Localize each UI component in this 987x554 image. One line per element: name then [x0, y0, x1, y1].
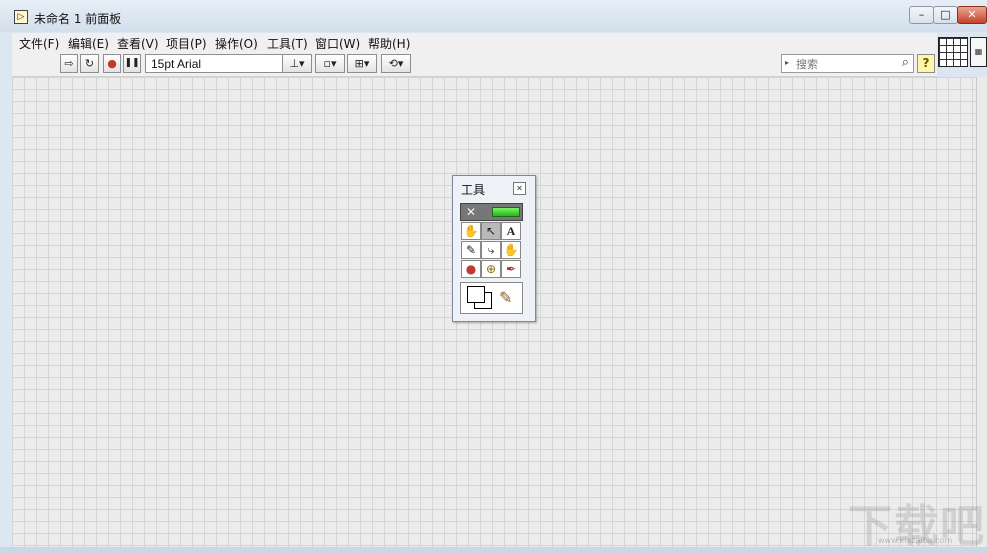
positioning-tool[interactable]: ↖	[481, 222, 501, 240]
context-help-icon[interactable]: ?	[917, 54, 935, 73]
menu-operate[interactable]: 操作(O)	[215, 35, 258, 52]
search-options-icon[interactable]: ▸	[785, 58, 789, 67]
operate-value-tool[interactable]: ✋	[461, 222, 481, 240]
search-field[interactable]: ▸ ⌕	[781, 54, 914, 73]
get-color-tool[interactable]: ✒	[501, 260, 521, 278]
close-button[interactable]: ✕	[957, 6, 987, 24]
search-input[interactable]	[794, 56, 890, 73]
window-left-edge	[0, 77, 12, 547]
probe-tool[interactable]: ⊕	[481, 260, 501, 278]
connector-pane[interactable]	[938, 37, 968, 67]
window-title: 未命名 1 前面板	[34, 12, 122, 26]
auto-select-led	[492, 207, 520, 217]
reorder-button[interactable]: ⟲▾	[381, 54, 411, 73]
font-select-value: 15pt Arial	[151, 57, 202, 71]
abort-icon[interactable]: ●	[103, 54, 121, 73]
align-objects-button[interactable]: ⊥▾	[282, 54, 312, 73]
menu-project[interactable]: 项目(P)	[166, 35, 207, 52]
magnifier-icon[interactable]: ⌕	[902, 55, 909, 70]
resize-objects-button[interactable]: ⊞▾	[347, 54, 377, 73]
shortcut-menu-tool[interactable]: ⤷	[481, 241, 501, 259]
menu-help[interactable]: 帮助(H)	[368, 35, 410, 52]
run-arrow-icon[interactable]: ⇨	[60, 54, 78, 73]
set-color-tool[interactable]: ✎	[460, 282, 523, 314]
crossed-tools-icon: ✕	[466, 205, 477, 219]
breakpoint-tool[interactable]: ●	[461, 260, 481, 278]
tools-palette-title: 工具	[461, 183, 486, 197]
run-continuously-icon[interactable]: ↻	[80, 54, 99, 73]
paintbrush-icon: ✎	[499, 288, 513, 307]
tools-palette[interactable]: 工具 ✕ ✕ ✋ ↖ A ✎ ⤷ ✋ ● ⊕ ✒ ✎	[452, 175, 536, 322]
labview-window: ▷ 未命名 1 前面板 – □ ✕ 文件(F) 编辑(E) 查看(V) 项目(P…	[0, 0, 987, 552]
toolbar: ⇨ ↻ ● ❚❚ 15pt Arial ▼ ⊥▾ ▫▾ ⊞▾ ⟲▾ ▸ ⌕ ?	[12, 51, 937, 77]
labeling-tool[interactable]: A	[501, 222, 521, 240]
foreground-color-swatch[interactable]	[467, 286, 485, 303]
title-bar: ▷ 未命名 1 前面板 – □ ✕	[0, 0, 987, 32]
watermark-url: www.xiazaiba.com	[878, 536, 953, 545]
menu-view[interactable]: 查看(V)	[117, 35, 159, 52]
tools-palette-close-button[interactable]: ✕	[513, 182, 526, 195]
maximize-button[interactable]: □	[933, 6, 958, 24]
distribute-objects-button[interactable]: ▫▾	[315, 54, 345, 73]
menu-bar: 文件(F) 编辑(E) 查看(V) 项目(P) 操作(O) 工具(T) 窗口(W…	[12, 33, 937, 51]
labview-app-icon: ▷	[14, 10, 28, 24]
automatic-tool-selection[interactable]: ✕	[460, 203, 523, 221]
menu-tools[interactable]: 工具(T)	[267, 35, 308, 52]
minimize-button[interactable]: –	[909, 6, 934, 24]
wiring-tool[interactable]: ✎	[461, 241, 481, 259]
font-select[interactable]: 15pt Arial ▼	[145, 54, 292, 73]
menu-edit[interactable]: 编辑(E)	[68, 35, 109, 52]
scroll-tool[interactable]: ✋	[501, 241, 521, 259]
vertical-scrollbar[interactable]	[976, 77, 987, 547]
vi-icon[interactable]: ▦	[970, 37, 987, 67]
menu-file[interactable]: 文件(F)	[19, 35, 59, 52]
menu-window[interactable]: 窗口(W)	[315, 35, 360, 52]
pause-icon[interactable]: ❚❚	[123, 54, 141, 73]
